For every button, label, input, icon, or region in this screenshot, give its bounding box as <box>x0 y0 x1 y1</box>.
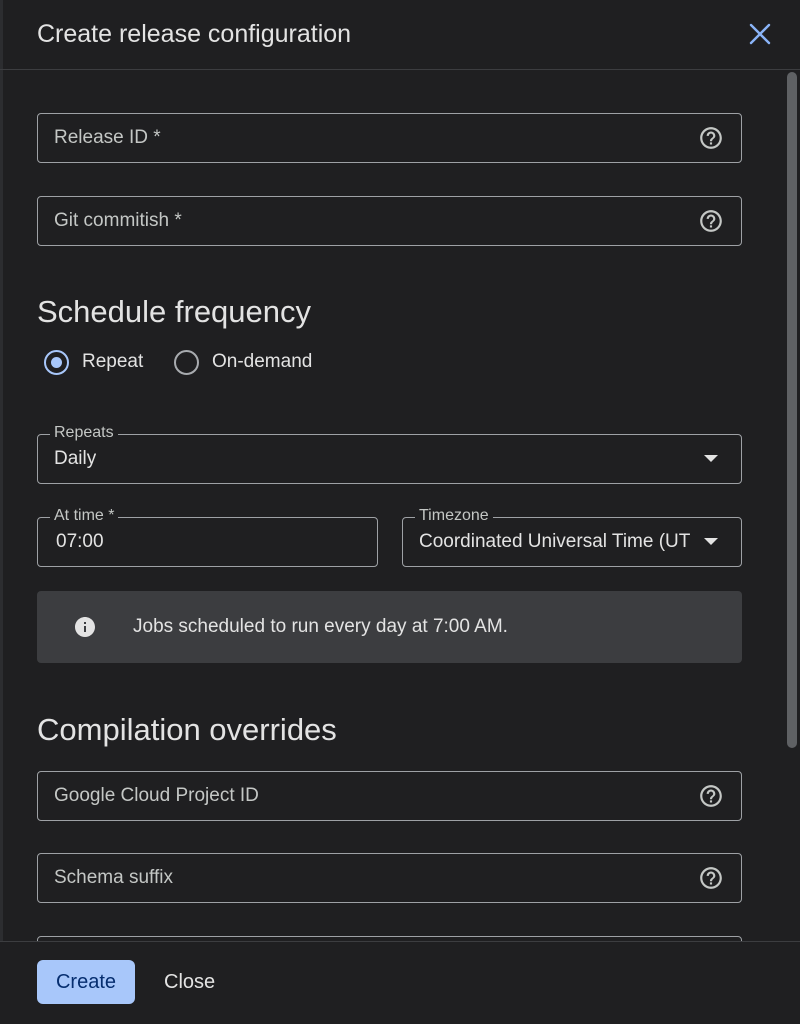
close-icon[interactable] <box>749 23 771 45</box>
schedule-info-text: Jobs scheduled to run every day at 7:00 … <box>133 616 508 637</box>
help-icon[interactable] <box>698 125 724 151</box>
dropdown-arrow-icon <box>704 538 718 545</box>
git-commitish-label: Git commitish * <box>54 210 182 231</box>
dialog-header: Create release configuration <box>0 0 800 70</box>
dropdown-arrow-icon <box>704 455 718 462</box>
dialog-footer: Create Close <box>0 941 800 1024</box>
schedule-frequency-heading: Schedule frequency <box>37 294 312 329</box>
repeats-value: Daily <box>54 448 97 469</box>
radio-selected-dot <box>51 356 62 368</box>
at-time-field[interactable]: At time * 07:00 <box>37 507 378 567</box>
close-dialog-button[interactable] <box>740 14 780 54</box>
help-icon[interactable] <box>698 865 724 891</box>
timezone-select[interactable]: Timezone Coordinated Universal Time (UT <box>402 507 742 567</box>
radio-on-demand[interactable]: On-demand <box>174 347 312 377</box>
radio-circle[interactable] <box>44 349 69 375</box>
timezone-value: Coordinated Universal Time (UT <box>419 531 691 552</box>
schedule-info-banner: Jobs scheduled to run every day at 7:00 … <box>37 591 742 663</box>
radio-repeat[interactable]: Repeat <box>44 347 143 377</box>
radio-on-demand-label[interactable]: On-demand <box>212 351 312 373</box>
release-id-label: Release ID * <box>54 127 161 148</box>
info-icon <box>75 617 95 637</box>
scrollbar-thumb[interactable] <box>787 72 797 748</box>
schema-suffix-field[interactable]: Schema suffix <box>37 853 742 903</box>
help-icon[interactable] <box>698 208 724 234</box>
gcp-project-id-field[interactable]: Google Cloud Project ID <box>37 771 742 821</box>
create-release-config-dialog: Create release configuration Release ID … <box>0 0 800 1024</box>
dialog-content: Release ID * Git commitish * Schedule fr… <box>0 70 800 941</box>
close-button[interactable]: Close <box>148 960 231 1004</box>
release-id-field[interactable]: Release ID * <box>37 113 742 163</box>
dialog-title: Create release configuration <box>37 20 352 48</box>
gcp-project-id-label: Google Cloud Project ID <box>54 785 259 806</box>
compilation-overrides-heading: Compilation overrides <box>37 712 337 747</box>
radio-circle[interactable] <box>174 349 199 375</box>
repeats-select[interactable]: Repeats Daily <box>37 424 742 484</box>
git-commitish-field[interactable]: Git commitish * <box>37 196 742 246</box>
radio-repeat-label[interactable]: Repeat <box>82 351 143 373</box>
help-icon[interactable] <box>698 783 724 809</box>
at-time-value: 07:00 <box>56 531 104 552</box>
schema-suffix-label: Schema suffix <box>54 867 173 888</box>
create-button[interactable]: Create <box>37 960 135 1004</box>
